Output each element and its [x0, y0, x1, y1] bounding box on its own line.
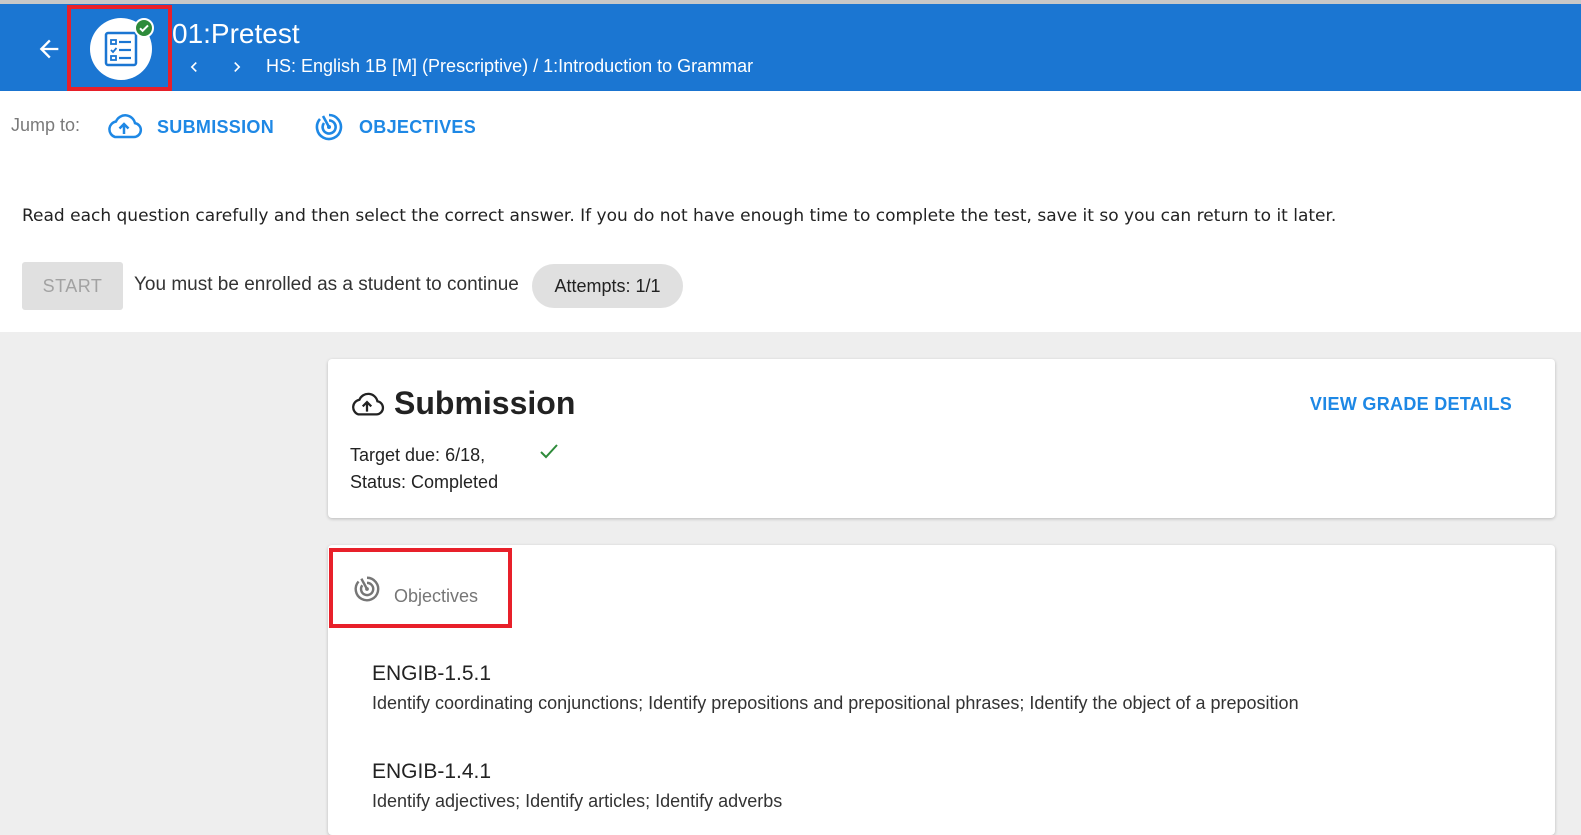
- jump-submission-label: SUBMISSION: [157, 116, 275, 137]
- objectives-card: Objectives ENGIB-1.5.1 Identify coordina…: [328, 545, 1555, 835]
- page-title: 01:Pretest: [172, 18, 300, 49]
- test-instructions: Read each question carefully and then se…: [22, 206, 1337, 226]
- cloud-upload-icon: [352, 392, 385, 416]
- app-bar: 01:Pretest HS: English 1B [M] (Prescript…: [0, 4, 1581, 91]
- breadcrumb[interactable]: HS: English 1B [M] (Prescriptive) / 1:In…: [266, 54, 753, 78]
- jump-objectives-link[interactable]: OBJECTIVES: [313, 107, 476, 147]
- objective-description: Identify coordinating conjunctions; Iden…: [372, 693, 1299, 713]
- submission-heading: Submission: [394, 385, 576, 421]
- target-due-text: Target due: 6/18,: [350, 445, 486, 465]
- objective-item: ENGIB-1.5.1 Identify coordinating conjun…: [372, 661, 1299, 715]
- jump-to-bar: Jump to: SUBMISSION OBJECTIVES: [0, 91, 1581, 163]
- enrollment-message: You must be enrolled as a student to con…: [134, 274, 519, 295]
- target-icon: [354, 576, 380, 602]
- check-circle-icon: [134, 18, 154, 38]
- start-button[interactable]: START: [22, 262, 123, 310]
- jump-to-label: Jump to:: [11, 115, 81, 135]
- target-icon: [315, 113, 343, 141]
- submission-status: Status: Completed: [350, 472, 499, 492]
- next-activity-button[interactable]: [224, 54, 250, 80]
- view-grade-details-link[interactable]: VIEW GRADE DETAILS: [1310, 394, 1512, 415]
- assignment-icon-highlight: [67, 5, 172, 91]
- arrow-left-icon: [39, 39, 59, 59]
- submission-card: Submission VIEW GRADE DETAILS Target due…: [328, 359, 1555, 518]
- chevron-left-icon: [190, 62, 197, 72]
- check-icon: [540, 444, 558, 459]
- chevron-right-icon: [234, 62, 241, 72]
- jump-submission-link[interactable]: SUBMISSION: [105, 107, 274, 147]
- checklist-icon: [104, 31, 138, 67]
- back-button[interactable]: [32, 32, 66, 66]
- objective-item: ENGIB-1.4.1 Identify adjectives; Identif…: [372, 759, 782, 813]
- objective-code: ENGIB-1.4.1: [372, 760, 492, 783]
- jump-objectives-label: OBJECTIVES: [359, 116, 477, 137]
- objectives-header-highlight: Objectives: [329, 548, 512, 628]
- cloud-upload-icon: [108, 114, 143, 139]
- objective-description: Identify adjectives; Identify articles; …: [372, 791, 783, 811]
- attempts-chip: Attempts: 1/1: [532, 264, 683, 308]
- objectives-heading: Objectives: [394, 586, 479, 606]
- objective-code: ENGIB-1.5.1: [372, 662, 492, 685]
- previous-activity-button[interactable]: [181, 54, 207, 80]
- intro-panel: Read each question carefully and then se…: [0, 163, 1581, 332]
